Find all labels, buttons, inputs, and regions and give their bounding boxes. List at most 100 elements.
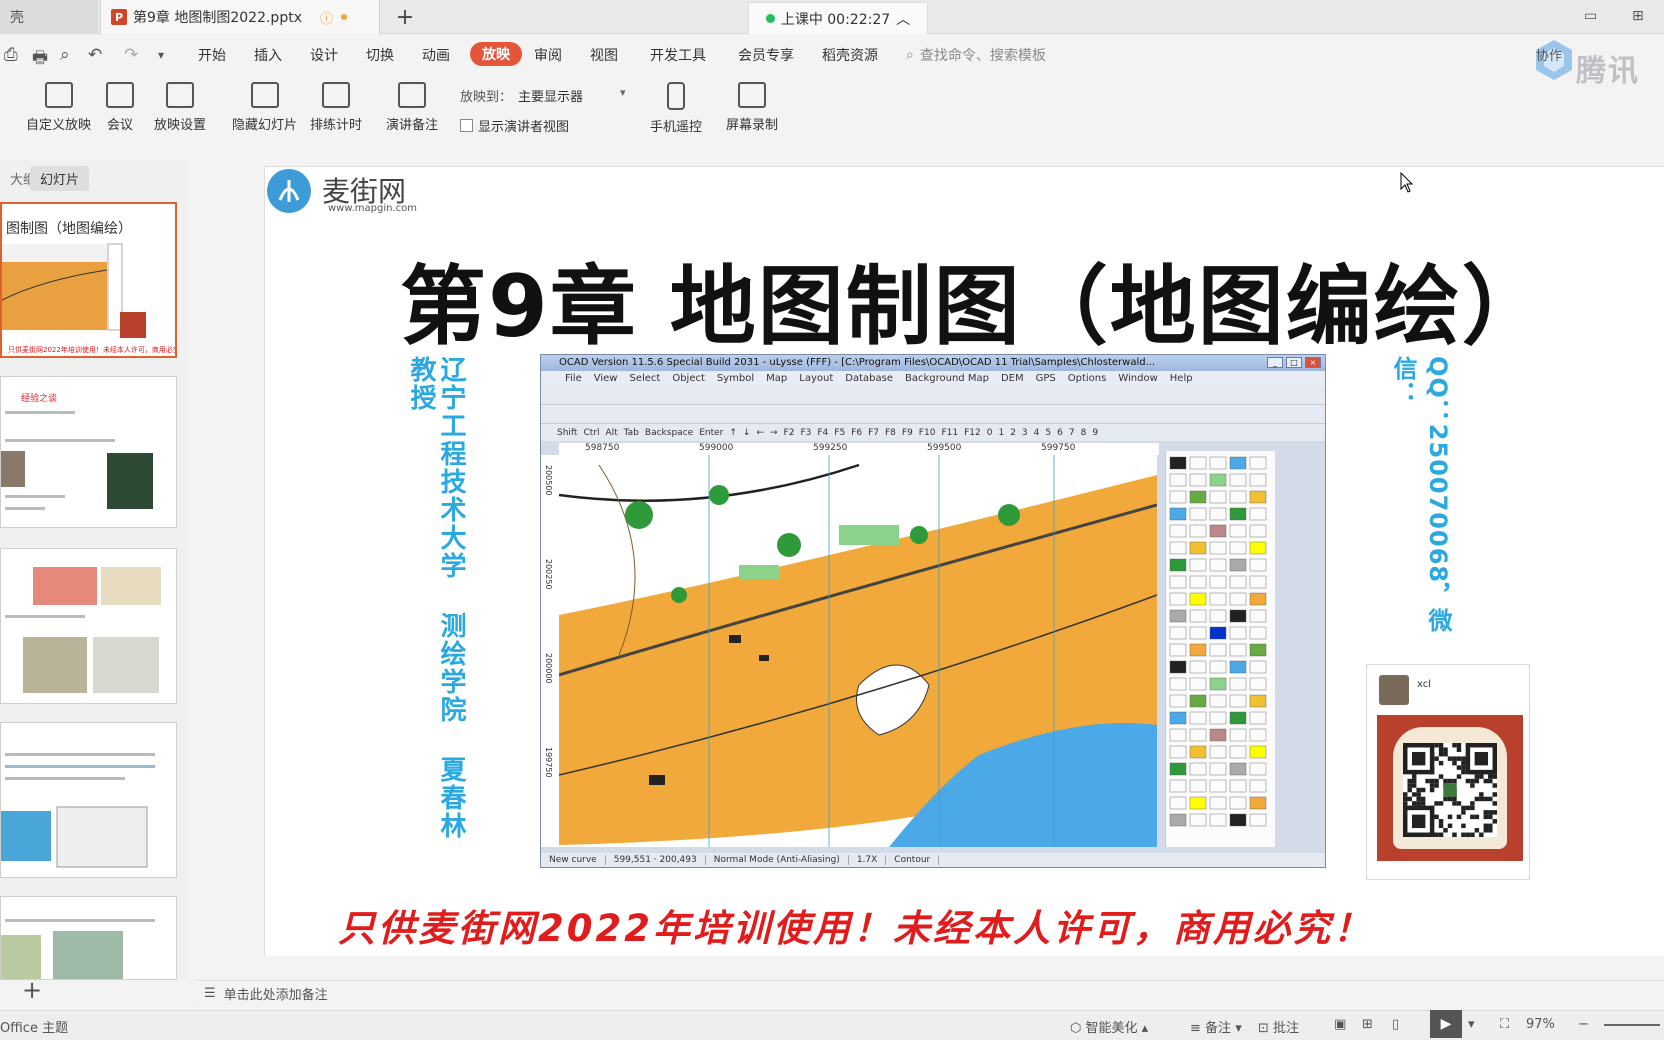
symbol-swatch [1189, 575, 1207, 589]
tab-home[interactable]: 壳 [0, 0, 98, 34]
vruler-tick-label: 200250 [544, 559, 553, 590]
phone-remote-button[interactable]: 手机遥控 [650, 82, 702, 135]
symbol-swatch [1189, 813, 1207, 827]
ocad-menu-item: Options [1067, 373, 1107, 384]
tab-slides[interactable]: 幻灯片 [30, 166, 90, 191]
presenter-view-checkbox[interactable]: 显示演讲者视图 [460, 116, 569, 135]
slide-sorter-icon[interactable]: ⊞ [1362, 1017, 1373, 1032]
menu-insert[interactable]: 插入 [254, 45, 282, 65]
slide-thumbnail-3[interactable] [0, 548, 177, 704]
menu-member[interactable]: 会员专享 [738, 45, 794, 65]
menu-start[interactable]: 开始 [198, 45, 226, 65]
theme-name[interactable]: Office 主题 [0, 1017, 68, 1036]
rehearse-timing-label: 排练计时 [310, 118, 363, 133]
meeting-button[interactable]: 会议 [106, 82, 134, 133]
menu-transition[interactable]: 切换 [366, 45, 394, 65]
ocad-key-label: F2 [783, 427, 795, 438]
qr-user-name: xcl [1417, 679, 1432, 690]
speaker-notes-button[interactable]: 演讲备注 [386, 82, 438, 133]
symbol-swatch [1189, 524, 1207, 538]
symbol-swatch [1209, 677, 1227, 691]
qr-module [1483, 814, 1489, 820]
comments-button[interactable]: ⊡ 批注 [1258, 1017, 1299, 1036]
symbol-swatch [1229, 677, 1247, 691]
show-on-select[interactable]: 主要显示器 [518, 86, 630, 105]
symbol-swatch [1209, 779, 1227, 793]
redo-icon[interactable]: ↷ [124, 45, 138, 65]
custom-show-button[interactable]: 自定义放映 [26, 82, 91, 133]
print-icon[interactable]: 🖶 [32, 45, 48, 74]
checkbox-box[interactable] [460, 119, 473, 132]
menu-design[interactable]: 设计 [310, 45, 338, 65]
symbol-swatch [1209, 490, 1227, 504]
show-settings-button[interactable]: 放映设置 [154, 82, 206, 133]
symbol-swatch [1229, 490, 1247, 504]
vruler-tick-label: 200000 [544, 653, 553, 684]
play-options-icon[interactable]: ▾ [1468, 1017, 1475, 1032]
notes-pane[interactable]: ☰ 单击此处添加备注 [196, 980, 1664, 1006]
menu-docer[interactable]: 稻壳资源 [822, 45, 878, 65]
qr-module [1447, 756, 1453, 761]
symbol-swatch [1229, 507, 1247, 521]
qr-module [1461, 823, 1466, 829]
undo-icon[interactable]: ↶ [88, 45, 102, 65]
chevron-up-icon[interactable]: ︿ [896, 9, 910, 29]
fit-window-icon[interactable]: ⛶ [1500, 1017, 1509, 1032]
qr-module [1461, 760, 1466, 766]
qr-module [1461, 810, 1466, 815]
window-layout-icon[interactable]: ▭ [1584, 8, 1597, 24]
share-button[interactable]: 协作 [1536, 45, 1562, 64]
live-class-status[interactable]: 上课中 00:22:27 ︿ [748, 2, 928, 34]
screen-record-button[interactable]: 屏幕录制 [726, 82, 778, 133]
save-icon[interactable]: ⎙ [4, 45, 18, 65]
zoom-level[interactable]: 97% [1526, 1017, 1555, 1032]
symbol-swatch [1209, 626, 1227, 640]
symbol-swatch [1209, 711, 1227, 725]
preview-icon[interactable]: ⌕ [60, 45, 70, 65]
notes-toggle-button[interactable]: ≡ 备注 ▾ [1190, 1017, 1242, 1036]
qr-code-icon [1403, 743, 1497, 837]
menu-slideshow[interactable]: 放映 [470, 42, 522, 66]
dropdown-icon[interactable]: ▾ [158, 48, 164, 62]
zoom-out-icon[interactable]: − [1578, 1017, 1589, 1032]
ocad-key-label: Enter [699, 427, 724, 438]
symbol-swatch [1229, 813, 1247, 827]
smart-beautify-button[interactable]: ⬡ 智能美化 ▴ [1070, 1017, 1148, 1036]
grid-apps-icon[interactable]: ⊞ [1632, 8, 1644, 24]
symbol-swatch [1169, 711, 1187, 725]
menu-view[interactable]: 视图 [590, 45, 618, 65]
search-placeholder: 查找命令、搜索模板 [919, 48, 1046, 64]
slide-thumbnail-2[interactable]: 经验之谈 [0, 376, 177, 528]
qr-module [1438, 751, 1444, 757]
new-tab-button[interactable]: + [392, 4, 418, 30]
normal-view-icon[interactable]: ▣ [1334, 1017, 1346, 1032]
add-slide-button[interactable]: + [22, 976, 42, 1004]
ocad-menu-item: Database [845, 373, 893, 384]
chevron-down-icon[interactable]: ▾ [620, 86, 626, 99]
ocad-key-label: F6 [851, 427, 863, 438]
slide-thumbnail-1[interactable]: 图制图（地图编绘） 只供麦街网2022年培训使用！未经本人许可，商用必究！ [0, 202, 177, 358]
slide-thumbnail-4[interactable] [0, 722, 177, 878]
qr-module [1447, 814, 1453, 820]
ocad-status-bar: New curve 599,551 · 200,493 Normal Mode (A… [541, 853, 1325, 867]
ocad-key-label: ↑ [729, 427, 737, 438]
tab-document[interactable]: P 第9章 地图制图2022.pptx ⓘ [100, 0, 380, 34]
warning-icon[interactable]: ⓘ [320, 8, 333, 27]
rehearse-timing-button[interactable]: 排练计时 [310, 82, 362, 133]
menu-review[interactable]: 审阅 [534, 45, 562, 65]
avatar [1379, 675, 1409, 705]
hide-slide-button[interactable]: 隐藏幻灯片 [232, 82, 297, 133]
menu-developer[interactable]: 开发工具 [650, 45, 706, 65]
ocad-menu-bar: File View Select Object Symbol Map Layou… [541, 371, 1325, 386]
thumb-title: 图制图（地图编绘） [6, 221, 132, 237]
reading-view-icon[interactable]: ▯ [1392, 1017, 1399, 1032]
slide-thumbnail-5[interactable] [0, 896, 177, 980]
command-search[interactable]: ⌕ 查找命令、搜索模板 [906, 45, 1046, 65]
zoom-slider[interactable] [1604, 1024, 1660, 1026]
tab-label: 壳 [10, 10, 24, 26]
symbol-swatch [1169, 643, 1187, 657]
symbol-swatch [1249, 779, 1267, 793]
qr-module [1483, 810, 1489, 815]
play-slideshow-button[interactable]: ▶ [1430, 1010, 1462, 1038]
menu-animation[interactable]: 动画 [422, 45, 450, 65]
